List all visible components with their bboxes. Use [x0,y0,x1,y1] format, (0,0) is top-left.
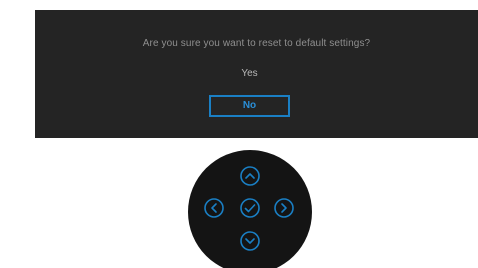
confirm-check-icon[interactable] [239,197,261,219]
yes-option[interactable]: Yes [208,66,291,82]
joystick-navigation-guide [186,150,314,268]
reset-confirmation-dialog: Are you sure you want to reset to defaul… [35,10,478,138]
monitor-osd-screen: Are you sure you want to reset to defaul… [0,0,478,268]
no-option-selected[interactable]: No [209,95,290,117]
reset-prompt-text: Are you sure you want to reset to defaul… [142,38,371,49]
right-icon[interactable] [273,197,295,219]
left-icon[interactable] [203,197,225,219]
up-icon[interactable] [239,165,261,187]
down-icon[interactable] [239,230,261,252]
